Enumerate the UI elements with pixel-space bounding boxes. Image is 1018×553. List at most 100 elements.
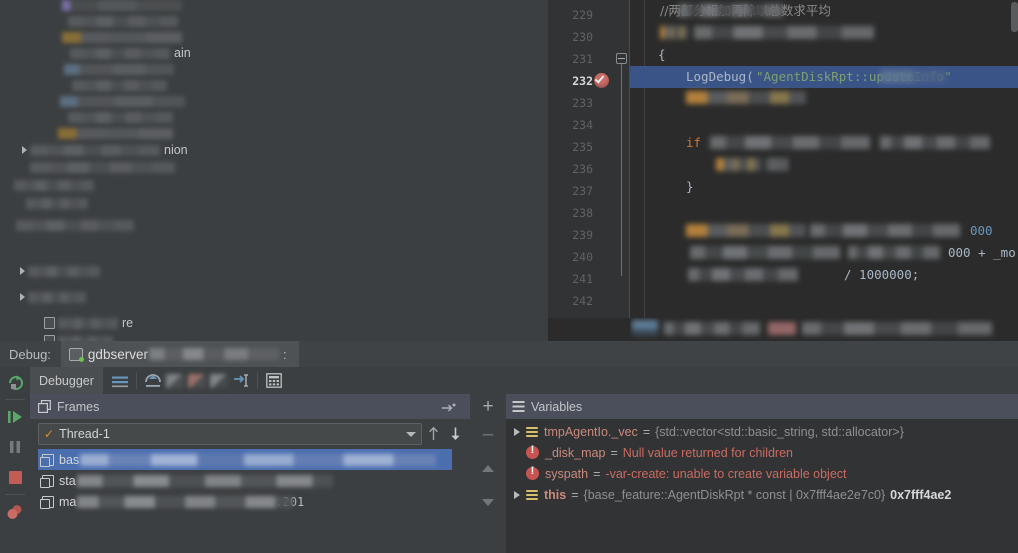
table-row[interactable]: tmpAgentIo._vec = {std::vector<std::basi… bbox=[506, 421, 1018, 442]
chevron-down-icon[interactable] bbox=[406, 431, 416, 437]
scroll-up-button[interactable] bbox=[470, 450, 506, 486]
breakpoint-verified-icon[interactable] bbox=[594, 73, 609, 88]
tree-expand-arrow-icon[interactable] bbox=[20, 293, 25, 301]
tree-item[interactable]: nion bbox=[22, 141, 252, 159]
variables-menu-icon bbox=[512, 401, 525, 412]
expand-arrow-icon[interactable] bbox=[514, 490, 520, 499]
code-line-executing[interactable]: LogDebug( "AgentDiskRpt::updateInfo" bbox=[630, 66, 1018, 88]
move-up-icon bbox=[428, 426, 438, 440]
code-keyword: if bbox=[686, 135, 702, 150]
code-line[interactable] bbox=[630, 88, 1018, 110]
editor-gutter[interactable]: 229 230 231 232 233 234 235 236 237 238 … bbox=[548, 0, 630, 318]
table-row[interactable]: bas bbox=[38, 449, 452, 470]
tree-item[interactable]: re bbox=[44, 314, 244, 332]
editor-tab-strip[interactable] bbox=[62, 0, 182, 11]
thread-dropdown[interactable]: ✓ Thread-1 bbox=[38, 423, 422, 445]
tree-item[interactable] bbox=[14, 176, 164, 194]
tab-debugger[interactable]: Debugger bbox=[30, 367, 103, 394]
code-number-tail: 000 bbox=[970, 223, 993, 238]
code-line[interactable]: } bbox=[630, 176, 1018, 198]
code-line[interactable] bbox=[630, 198, 1018, 220]
tree-item[interactable] bbox=[26, 194, 156, 212]
tree-expand-arrow-icon[interactable] bbox=[22, 146, 27, 154]
error-icon bbox=[526, 444, 539, 459]
view-breakpoints-button[interactable] bbox=[0, 497, 30, 527]
debug-session-colon: : bbox=[282, 346, 287, 362]
code-line[interactable]: //两部分相加再除以总数求平均 bbox=[630, 0, 1018, 22]
resume-program-button[interactable] bbox=[0, 402, 30, 432]
scroll-down-button[interactable] bbox=[470, 486, 506, 518]
force-step-into-button[interactable] bbox=[186, 370, 208, 392]
tree-item-label-redacted bbox=[30, 161, 175, 173]
project-tree-panel[interactable]: ain nion re bbox=[0, 0, 548, 341]
variables-list[interactable]: tmpAgentIo._vec = {std::vector<std::basi… bbox=[506, 419, 1018, 553]
console-button[interactable] bbox=[109, 370, 131, 392]
move-frame-up-button[interactable] bbox=[422, 423, 444, 445]
evaluate-expression-button[interactable] bbox=[263, 370, 285, 392]
step-out-button[interactable] bbox=[208, 370, 230, 392]
code-line[interactable]: / 1000000; bbox=[630, 264, 1018, 286]
rerun-button[interactable] bbox=[0, 367, 30, 397]
code-line[interactable]: 000 bbox=[630, 220, 1018, 242]
editor-scrollbar[interactable] bbox=[1011, 2, 1018, 32]
code-line[interactable] bbox=[630, 110, 1018, 132]
line-number: 234 bbox=[572, 118, 593, 132]
code-line[interactable]: { bbox=[630, 44, 1018, 66]
toolbar-separator bbox=[135, 372, 137, 389]
tree-item[interactable] bbox=[20, 262, 150, 280]
debugger-panes: Frames ✓ Thread-1 bas sta ma + – Variabl… bbox=[30, 394, 1018, 553]
stop-button[interactable] bbox=[0, 462, 30, 492]
code-fold-toggle-icon[interactable] bbox=[616, 53, 627, 64]
code-line[interactable] bbox=[630, 22, 1018, 44]
redacted-code bbox=[686, 224, 806, 237]
tree-item[interactable] bbox=[44, 332, 244, 341]
code-line[interactable] bbox=[630, 286, 1018, 308]
redacted-code bbox=[766, 158, 788, 171]
line-number: 240 bbox=[572, 250, 593, 264]
tree-item-label-redacted bbox=[26, 197, 88, 209]
step-over-button[interactable] bbox=[142, 370, 164, 392]
tree-item[interactable] bbox=[58, 124, 198, 142]
table-row[interactable]: syspath = -var-create: unable to create … bbox=[506, 463, 1018, 484]
tree-item-label-redacted bbox=[60, 95, 185, 107]
frames-title: Frames bbox=[57, 399, 100, 414]
debug-session-name-redacted bbox=[148, 348, 279, 360]
add-watch-button[interactable]: + bbox=[470, 394, 506, 420]
redacted-code bbox=[810, 224, 960, 237]
variables-header: Variables bbox=[506, 394, 1018, 419]
redacted-code bbox=[880, 70, 946, 83]
debug-session-tab[interactable]: gdbserver : bbox=[60, 341, 299, 367]
code-line[interactable] bbox=[630, 154, 1018, 176]
tree-item[interactable] bbox=[20, 288, 150, 306]
tree-item[interactable] bbox=[16, 216, 166, 234]
frame-label-redacted bbox=[76, 474, 333, 487]
console-lines-icon bbox=[111, 376, 128, 387]
run-to-cursor-button[interactable] bbox=[230, 370, 252, 392]
frames-settings-icon[interactable] bbox=[441, 401, 456, 413]
variable-value: -var-create: unable to create variable o… bbox=[605, 466, 847, 481]
variables-pane: Variables tmpAgentIo._vec = {std::vector… bbox=[506, 394, 1018, 553]
code-editor[interactable]: 229 230 231 232 233 234 235 236 237 238 … bbox=[548, 0, 1018, 341]
code-text-area[interactable]: //两部分相加再除以总数求平均 { LogDebug( "AgentDiskRp… bbox=[630, 0, 1018, 318]
frames-list[interactable]: bas sta ma :201 bbox=[38, 449, 452, 553]
frame-label-redacted bbox=[77, 495, 294, 508]
table-row[interactable]: _disk_map = Null value returned for chil… bbox=[506, 442, 1018, 463]
expand-arrow-icon[interactable] bbox=[514, 427, 520, 436]
code-line[interactable]: if bbox=[630, 132, 1018, 154]
resume-icon bbox=[7, 411, 22, 423]
tree-item-label-redacted bbox=[30, 144, 160, 156]
tree-item[interactable] bbox=[30, 158, 190, 176]
frame-icon bbox=[40, 474, 54, 488]
pause-program-button[interactable] bbox=[0, 432, 30, 462]
code-line[interactable]: 000 + _mo bbox=[630, 242, 1018, 264]
step-into-button[interactable] bbox=[164, 370, 186, 392]
table-row[interactable]: ma :201 bbox=[38, 491, 452, 512]
step-over-icon bbox=[145, 374, 161, 387]
redacted-code bbox=[688, 268, 798, 281]
move-frame-down-button[interactable] bbox=[444, 423, 466, 445]
table-row[interactable]: this = {base_feature::AgentDiskRpt * con… bbox=[506, 484, 1018, 505]
variable-value: Null value returned for children bbox=[622, 445, 793, 460]
tree-expand-arrow-icon[interactable] bbox=[20, 267, 25, 275]
remove-watch-button[interactable]: – bbox=[470, 420, 506, 450]
table-row[interactable]: sta bbox=[38, 470, 452, 491]
